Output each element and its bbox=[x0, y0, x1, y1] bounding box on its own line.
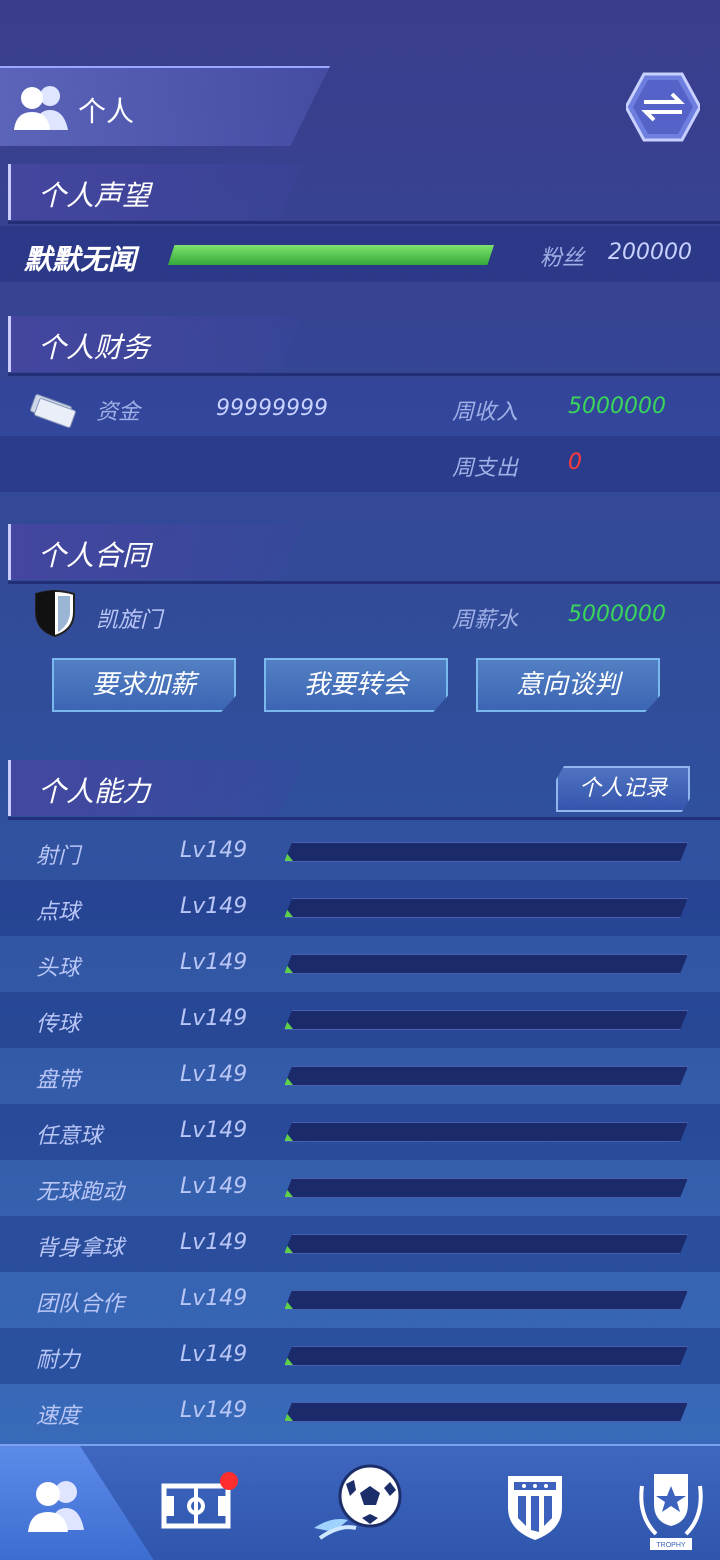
skill-progress-fill bbox=[285, 1299, 293, 1309]
skill-name: 盘带 bbox=[36, 1068, 81, 1093]
section-prestige: 个人声望 bbox=[0, 164, 720, 224]
weekly-salary-label: 周薪水 bbox=[452, 608, 519, 633]
skill-name: 无球跑动 bbox=[36, 1180, 125, 1205]
skill-progress-fill bbox=[285, 851, 293, 861]
skill-progress-bar bbox=[284, 1178, 688, 1198]
skill-name: 背身拿球 bbox=[36, 1236, 125, 1261]
funds-value: 99999999 bbox=[216, 396, 328, 421]
skill-row: 头球 Lv149 bbox=[0, 936, 720, 992]
team-shield-icon bbox=[35, 590, 75, 638]
skill-progress-fill bbox=[285, 963, 293, 973]
skill-progress-fill bbox=[285, 1187, 293, 1197]
skill-progress-fill bbox=[285, 907, 293, 917]
skill-progress-fill bbox=[285, 1355, 293, 1365]
skill-level: Lv149 bbox=[180, 950, 248, 975]
section-title: 个人声望 bbox=[38, 179, 151, 212]
skill-level: Lv149 bbox=[180, 894, 248, 919]
skill-progress-fill bbox=[285, 1243, 293, 1253]
people-icon bbox=[14, 86, 68, 130]
prestige-progress-bar bbox=[168, 245, 494, 265]
skill-progress-bar bbox=[284, 1290, 688, 1310]
request-raise-button[interactable]: 要求加薪 bbox=[52, 658, 236, 712]
skill-progress-bar bbox=[284, 842, 688, 862]
prestige-name: 默默无闻 bbox=[24, 243, 137, 276]
skill-level: Lv149 bbox=[180, 1062, 248, 1087]
trophy-icon[interactable]: TROPHY bbox=[636, 1446, 706, 1560]
skill-row: 团队合作 Lv149 bbox=[0, 1272, 720, 1328]
skill-progress-bar bbox=[284, 1122, 688, 1142]
page-title: 个人 bbox=[78, 95, 135, 128]
skill-level: Lv149 bbox=[180, 1398, 248, 1423]
team-name: 凯旋门 bbox=[96, 608, 163, 633]
skill-level: Lv149 bbox=[180, 1286, 248, 1311]
weekly-income-label: 周收入 bbox=[452, 400, 519, 425]
pitch-icon[interactable] bbox=[160, 1446, 232, 1560]
section-title: 个人合同 bbox=[38, 539, 151, 572]
section-finance: 个人财务 bbox=[0, 316, 720, 376]
skill-level: Lv149 bbox=[180, 1006, 248, 1031]
weekly-expense-label: 周支出 bbox=[452, 456, 519, 481]
skill-progress-fill bbox=[285, 1131, 293, 1141]
skill-progress-bar bbox=[284, 1066, 688, 1086]
skill-progress-bar bbox=[284, 1010, 688, 1030]
weekly-salary-value: 5000000 bbox=[568, 602, 666, 627]
swap-arrows-icon[interactable] bbox=[626, 72, 700, 142]
fans-label: 粉丝 bbox=[540, 246, 585, 271]
cash-icon bbox=[30, 394, 76, 428]
players-icon[interactable] bbox=[18, 1446, 98, 1560]
skill-progress-bar bbox=[284, 1402, 688, 1422]
skill-level: Lv149 bbox=[180, 838, 248, 863]
skill-row: 任意球 Lv149 bbox=[0, 1104, 720, 1160]
finance-row-2 bbox=[0, 436, 720, 492]
skill-level: Lv149 bbox=[180, 1342, 248, 1367]
skill-level: Lv149 bbox=[180, 1118, 248, 1143]
skill-progress-fill bbox=[285, 1075, 293, 1085]
negotiate-button[interactable]: 意向谈判 bbox=[476, 658, 660, 712]
weekly-income-value: 5000000 bbox=[568, 394, 666, 419]
skill-row: 盘带 Lv149 bbox=[0, 1048, 720, 1104]
skill-name: 射门 bbox=[36, 844, 81, 869]
section-title: 个人财务 bbox=[38, 331, 151, 364]
skill-progress-fill bbox=[285, 1411, 293, 1421]
skill-name: 点球 bbox=[36, 900, 81, 925]
skill-name: 任意球 bbox=[36, 1124, 103, 1149]
page-header: 个人 bbox=[0, 66, 330, 146]
skill-name: 头球 bbox=[36, 956, 81, 981]
notification-badge bbox=[220, 1472, 238, 1490]
skill-progress-bar bbox=[284, 1234, 688, 1254]
skill-level: Lv149 bbox=[180, 1230, 248, 1255]
skill-row: 耐力 Lv149 bbox=[0, 1328, 720, 1384]
skill-name: 速度 bbox=[36, 1404, 81, 1429]
club-crest-icon[interactable] bbox=[504, 1446, 566, 1560]
personal-record-button[interactable]: 个人记录 bbox=[556, 766, 690, 812]
skill-level: Lv149 bbox=[180, 1174, 248, 1199]
skill-progress-bar bbox=[284, 954, 688, 974]
skill-progress-fill bbox=[285, 1019, 293, 1029]
soccer-ball-icon[interactable] bbox=[312, 1446, 408, 1560]
skill-name: 耐力 bbox=[36, 1348, 81, 1373]
weekly-expense-value: 0 bbox=[568, 450, 582, 475]
bottom-nav: TROPHY bbox=[0, 1444, 720, 1560]
skill-row: 背身拿球 Lv149 bbox=[0, 1216, 720, 1272]
skill-row: 点球 Lv149 bbox=[0, 880, 720, 936]
prestige-progress-fill bbox=[168, 245, 494, 265]
skill-progress-bar bbox=[284, 898, 688, 918]
fans-value: 200000 bbox=[608, 240, 692, 265]
skill-name: 团队合作 bbox=[36, 1292, 125, 1317]
skill-row: 传球 Lv149 bbox=[0, 992, 720, 1048]
skill-name: 传球 bbox=[36, 1012, 81, 1037]
request-transfer-button[interactable]: 我要转会 bbox=[264, 658, 448, 712]
skill-row: 无球跑动 Lv149 bbox=[0, 1160, 720, 1216]
skill-row: 速度 Lv149 bbox=[0, 1384, 720, 1440]
skill-progress-bar bbox=[284, 1346, 688, 1366]
section-title: 个人能力 bbox=[38, 775, 151, 808]
trophy-label: TROPHY bbox=[656, 1542, 686, 1549]
section-contract: 个人合同 bbox=[0, 524, 720, 584]
funds-label: 资金 bbox=[96, 400, 141, 425]
skill-row: 射门 Lv149 bbox=[0, 824, 720, 880]
